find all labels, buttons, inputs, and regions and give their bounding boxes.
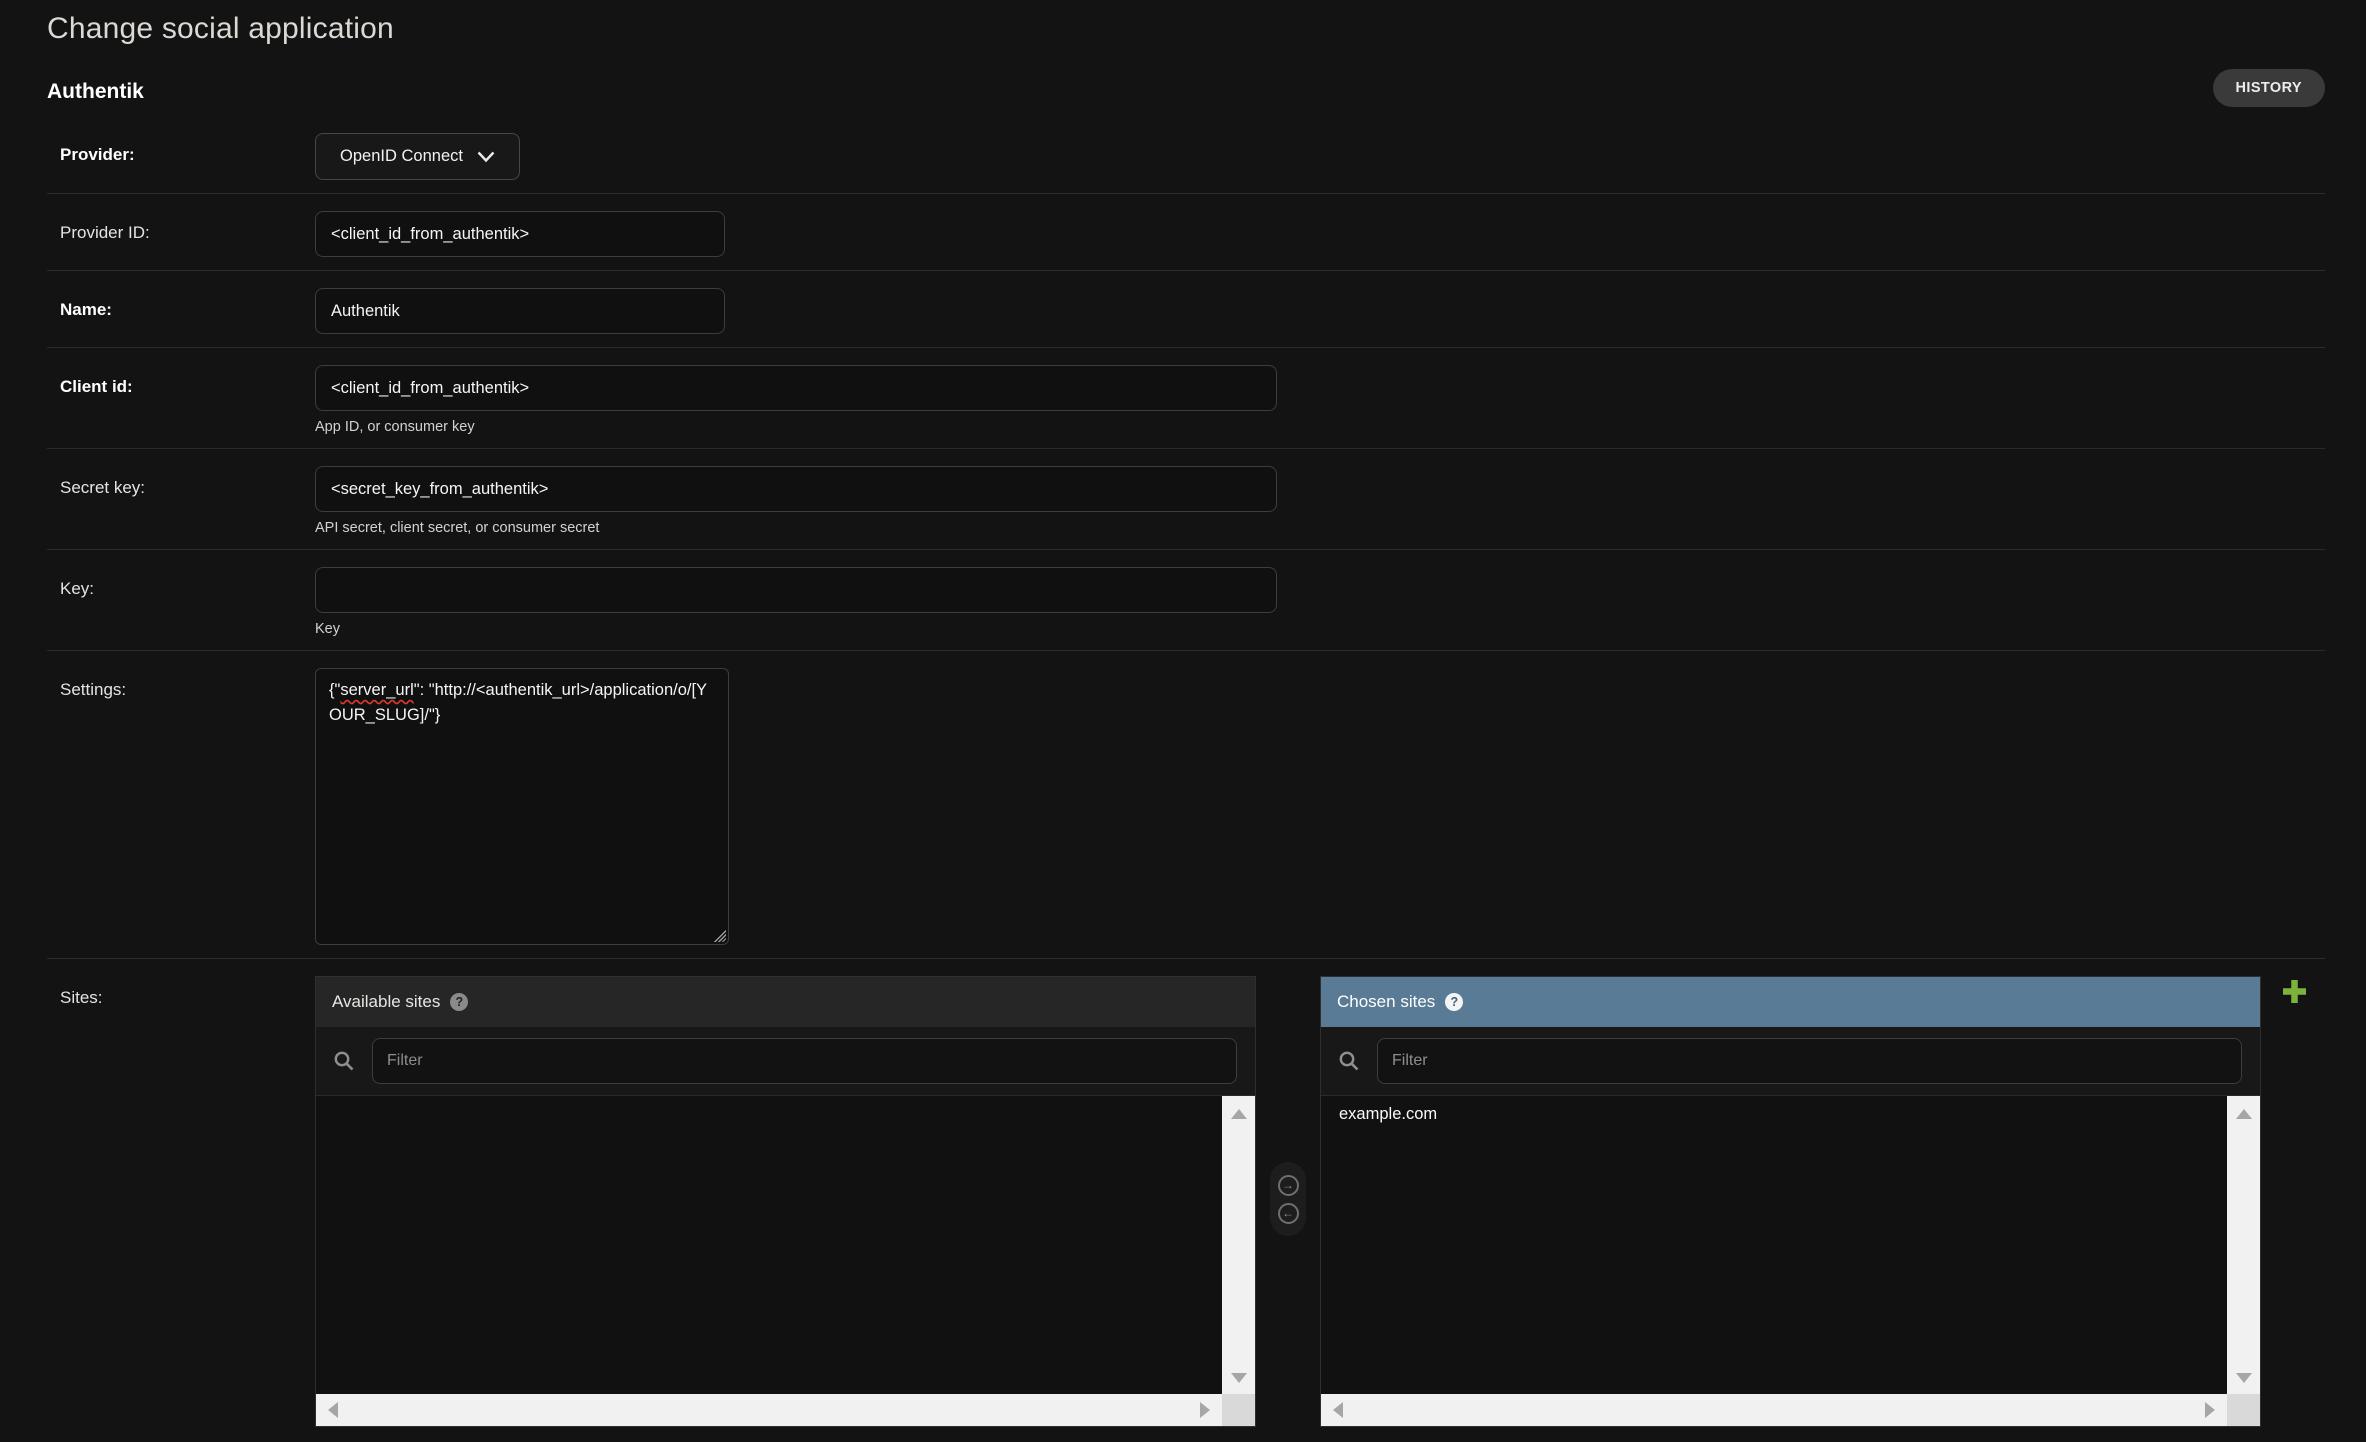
change-social-application-page: Change social application HISTORY Authen… [0, 12, 2366, 1442]
chosen-sites-header: Chosen sites ? [1321, 977, 2260, 1027]
provider-select-value: OpenID Connect [340, 147, 463, 166]
scrollbar-corner [2227, 1394, 2260, 1426]
chosen-sites-panel: Chosen sites ? example.com [1320, 976, 2261, 1427]
history-button[interactable]: HISTORY [2213, 69, 2325, 107]
available-sites-vertical-scrollbar[interactable] [1222, 1096, 1255, 1394]
chosen-sites-vertical-scrollbar[interactable] [2227, 1096, 2260, 1394]
object-heading: Authentik [47, 80, 2325, 104]
form-row-settings: Settings: {"server_url": "http://<authen… [47, 651, 2325, 959]
social-application-form: Provider: OpenID Connect Provider ID: Na… [47, 116, 2325, 1440]
scrollbar-corner [1222, 1394, 1255, 1426]
client-id-help: App ID, or consumer key [315, 419, 1277, 435]
key-label: Key: [60, 567, 315, 637]
scroll-right-arrow-icon[interactable] [1200, 1402, 1210, 1418]
selector-gap: → ← [1256, 976, 1320, 1425]
add-site-button[interactable] [2280, 978, 2308, 1006]
secret-key-input[interactable] [315, 466, 1277, 512]
form-row-name: Name: [47, 271, 2325, 348]
client-id-label: Client id: [60, 365, 315, 435]
form-row-provider: Provider: OpenID Connect [47, 116, 2325, 194]
form-row-key: Key: Key [47, 550, 2325, 651]
list-item[interactable]: example.com [1321, 1096, 2260, 1124]
secret-key-help: API secret, client secret, or consumer s… [315, 520, 1277, 536]
settings-textarea[interactable]: {"server_url": "http://<authentik_url>/a… [315, 668, 729, 945]
provider-id-input[interactable] [315, 211, 725, 257]
settings-misspelled-word: server_url [340, 681, 413, 699]
chosen-sites-filter-row [1321, 1027, 2260, 1096]
arrow-left-icon: ← [1282, 1207, 1294, 1219]
settings-text-prefix: {" [329, 681, 340, 699]
move-right-button[interactable]: → [1278, 1175, 1299, 1196]
available-sites-filter-input[interactable] [372, 1038, 1237, 1084]
provider-id-label: Provider ID: [60, 211, 315, 257]
scrollbar-track[interactable] [316, 1394, 1222, 1426]
chosen-sites-help-icon[interactable]: ? [1445, 993, 1463, 1011]
resize-handle-icon[interactable] [714, 930, 726, 942]
search-icon [316, 1049, 372, 1073]
move-buttons-group: → ← [1270, 1162, 1306, 1236]
sites-dual-selector: Available sites ? [315, 976, 2308, 1427]
chosen-sites-filter-input[interactable] [1377, 1038, 2242, 1084]
add-icon [2281, 978, 2308, 1005]
key-input[interactable] [315, 567, 1277, 613]
chevron-down-icon [477, 151, 495, 163]
settings-label: Settings: [60, 668, 315, 945]
form-row-sites: Sites: Available sites ? [47, 959, 2325, 1440]
move-left-button[interactable]: ← [1278, 1203, 1299, 1224]
name-input[interactable] [315, 288, 725, 334]
secret-key-label: Secret key: [60, 466, 315, 536]
sites-label: Sites: [60, 976, 315, 1427]
scroll-right-arrow-icon[interactable] [2205, 1402, 2215, 1418]
form-row-client-id: Client id: App ID, or consumer key [47, 348, 2325, 449]
scrollbar-track[interactable] [1321, 1394, 2227, 1426]
arrow-right-icon: → [1282, 1179, 1294, 1191]
chosen-sites-horizontal-scrollbar[interactable] [1321, 1394, 2260, 1426]
provider-select[interactable]: OpenID Connect [315, 133, 520, 180]
form-row-secret-key: Secret key: API secret, client secret, o… [47, 449, 2325, 550]
available-sites-filter-row [316, 1027, 1255, 1096]
key-help: Key [315, 621, 1277, 637]
scroll-up-arrow-icon[interactable] [2236, 1109, 2252, 1119]
chosen-sites-listbox[interactable]: example.com [1321, 1096, 2260, 1394]
available-sites-help-icon[interactable]: ? [450, 993, 468, 1011]
scroll-left-arrow-icon[interactable] [328, 1402, 338, 1418]
available-sites-horizontal-scrollbar[interactable] [316, 1394, 1255, 1426]
name-label: Name: [60, 288, 315, 334]
scroll-up-arrow-icon[interactable] [1231, 1109, 1247, 1119]
available-sites-listbox[interactable] [316, 1096, 1255, 1394]
scroll-down-arrow-icon[interactable] [2236, 1373, 2252, 1383]
search-icon [1321, 1049, 1377, 1073]
chosen-sites-title: Chosen sites [1337, 992, 1435, 1012]
page-title: Change social application [47, 12, 2325, 46]
provider-label: Provider: [60, 133, 315, 180]
form-row-provider-id: Provider ID: [47, 194, 2325, 271]
client-id-input[interactable] [315, 365, 1277, 411]
scroll-left-arrow-icon[interactable] [1333, 1402, 1343, 1418]
available-sites-header: Available sites ? [316, 977, 1255, 1027]
available-sites-title: Available sites [332, 992, 440, 1012]
available-sites-panel: Available sites ? [315, 976, 1256, 1427]
scroll-down-arrow-icon[interactable] [1231, 1373, 1247, 1383]
